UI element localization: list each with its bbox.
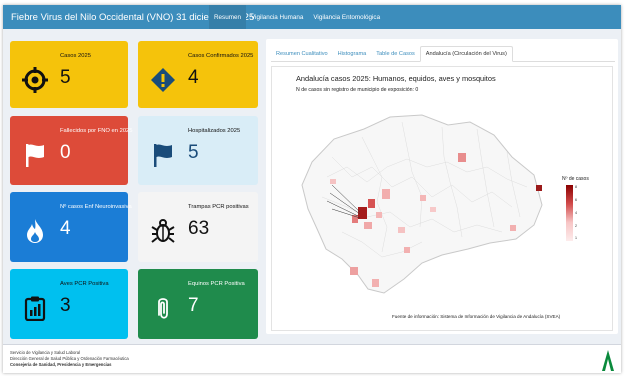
map-source: Fuente de información: Sistema de Inform… xyxy=(392,314,561,319)
box-value: 63 xyxy=(188,218,210,239)
footer-line: Servicio de Vigilancia y Salud Laboral xyxy=(10,350,80,355)
map-panel: Resumen Cualitativo Histograma Table de … xyxy=(266,39,618,334)
box-label: Hospitalizados 2025 xyxy=(188,128,241,134)
box-neuroinvasiva: Nº casos Enf Neuroinvasiva 4 xyxy=(10,192,132,262)
app-window: Fiebre Virus del Nilo Occidental (VNO) 3… xyxy=(3,5,621,373)
box-equinos: Equinos PCR Positiva 7 xyxy=(138,269,258,339)
box-hospitalizados: Hospitalizados 2025 5 xyxy=(138,116,258,185)
legend-tick: 1 xyxy=(575,236,577,240)
clipboard-icon xyxy=(24,296,46,321)
panel-tabs: Resumen Cualitativo Histograma Table de … xyxy=(271,46,615,62)
box-trampas: Trampas PCR positivas 63 xyxy=(138,192,258,262)
box-casos-confirmados: Casos Confirmados 2025 4 xyxy=(138,41,258,108)
legend-color-scale xyxy=(566,185,573,241)
footer: Servicio de Vigilancia y Salud Laboral D… xyxy=(3,344,621,373)
junta-andalucia-logo xyxy=(602,350,614,371)
bug-icon xyxy=(151,219,175,243)
andalucia-map[interactable] xyxy=(272,67,612,330)
fire-icon xyxy=(27,219,43,243)
box-label: Fallecidos por FNO en 2025 xyxy=(60,128,133,134)
box-label: Casos Confirmados 2025 xyxy=(188,53,254,59)
box-label: Aves PCR Positiva xyxy=(60,281,109,287)
box-label: Nº casos Enf Neuroinvasiva xyxy=(60,204,132,210)
crosshairs-icon xyxy=(22,67,48,93)
paperclip-icon xyxy=(158,298,168,319)
tab-resumen-cualitativo[interactable]: Resumen Cualitativo xyxy=(271,46,333,61)
legend-title: Nº de casos xyxy=(562,176,589,182)
box-label: Equinos PCR Positiva xyxy=(188,281,245,287)
box-value: 4 xyxy=(188,67,199,88)
andalucia-region-outline xyxy=(301,114,543,294)
tab-tabla-casos[interactable]: Table de Casos xyxy=(371,46,420,61)
tab-histograma[interactable]: Histograma xyxy=(333,46,372,61)
top-navbar: Fiebre Virus del Nilo Occidental (VNO) 3… xyxy=(3,5,621,29)
box-value: 5 xyxy=(188,142,199,163)
box-casos: Casos 2025 5 xyxy=(10,41,128,108)
box-value: 5 xyxy=(60,67,71,88)
map-container: Andalucía casos 2025: Humanos, equidos, … xyxy=(271,66,613,331)
box-fallecidos: Fallecidos por FNO en 2025 0 xyxy=(10,116,133,185)
app-title: Fiebre Virus del Nilo Occidental (VNO) 3… xyxy=(11,11,255,23)
tab-andalucia-mapa[interactable]: Andalucía (Circulación del Virus) xyxy=(419,46,513,62)
legend-tick: 4 xyxy=(575,211,577,215)
box-aves: Aves PCR Positiva 3 xyxy=(10,269,128,339)
box-label: Casos 2025 xyxy=(60,53,91,59)
legend-tick: 8 xyxy=(575,185,577,189)
nav-tab-resumen[interactable]: Resumen xyxy=(209,5,246,29)
box-value: 4 xyxy=(60,218,71,239)
warning-diamond-icon xyxy=(151,68,175,92)
box-value: 0 xyxy=(60,142,71,163)
box-value: 7 xyxy=(188,295,199,316)
nav-tab-vigilancia-humana[interactable]: Vigilancia Humana xyxy=(246,5,308,29)
footer-line: Dirección General de Salud Pública y Ord… xyxy=(10,356,129,361)
box-label: Trampas PCR positivas xyxy=(188,204,249,210)
footer-line: Consejería de Sanidad, Presidencia y Eme… xyxy=(10,362,112,367)
legend-tick: 6 xyxy=(575,198,577,202)
flag-icon xyxy=(154,144,172,167)
nav-tab-vigilancia-entomologica[interactable]: Vigilancia Entomológica xyxy=(308,5,385,29)
legend-tick: 2 xyxy=(575,224,577,228)
box-value: 3 xyxy=(60,295,71,316)
flag-icon xyxy=(26,144,44,167)
